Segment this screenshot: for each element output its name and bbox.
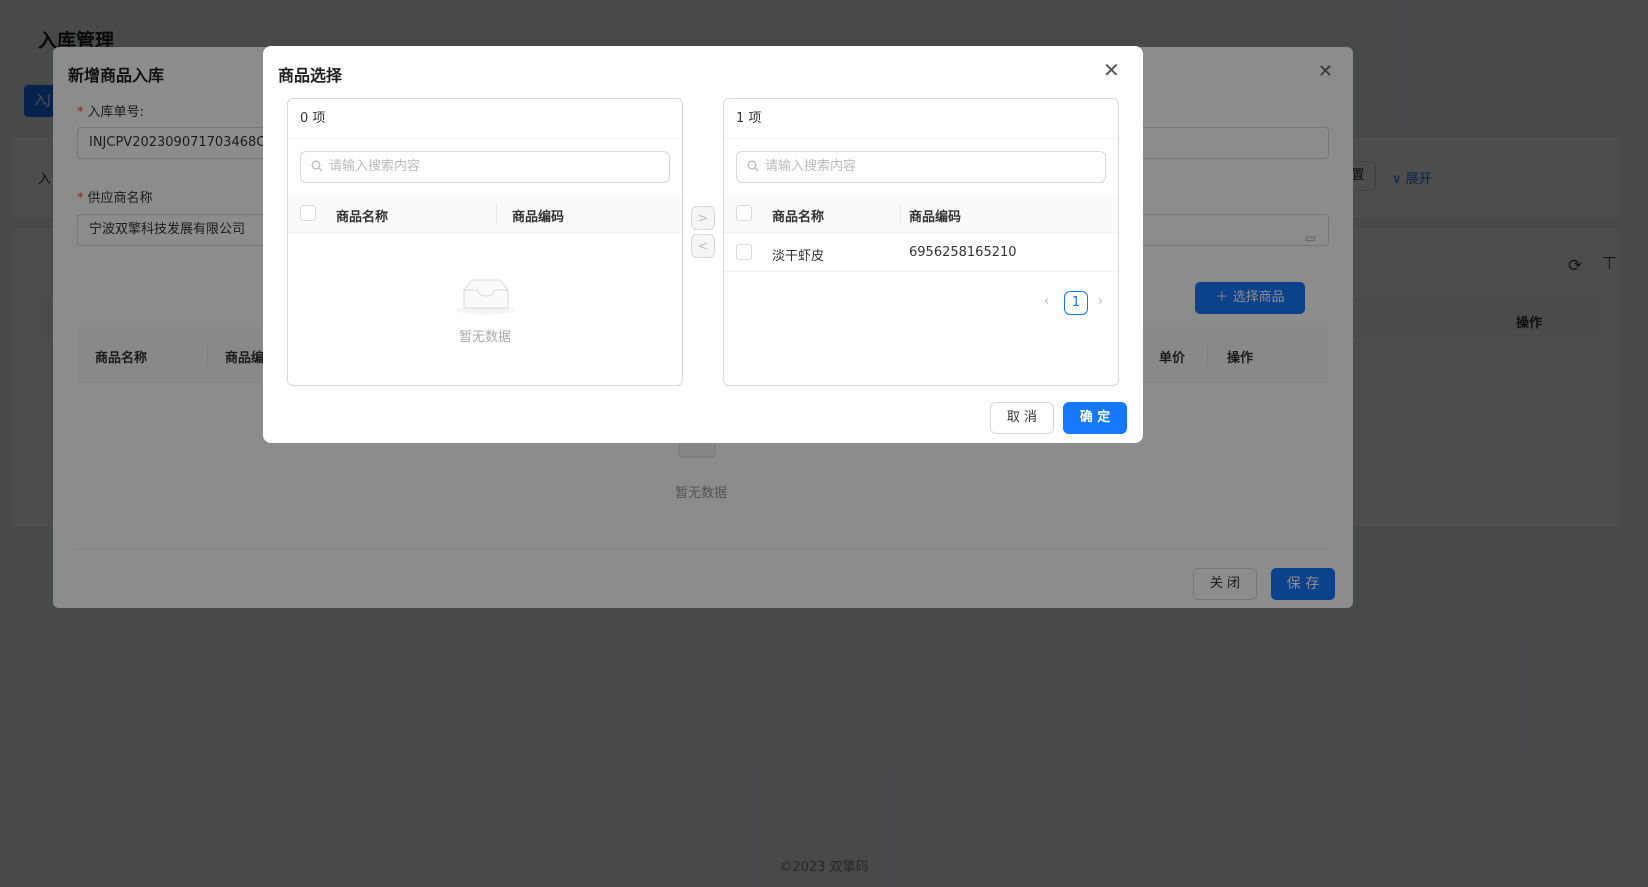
search-icon bbox=[747, 160, 759, 172]
move-left-button[interactable]: < bbox=[691, 234, 715, 258]
select-all-checkbox[interactable] bbox=[300, 205, 316, 221]
source-count: 0 项 bbox=[288, 99, 682, 139]
source-table-header: 商品名称 商品编码 bbox=[288, 195, 682, 233]
close-icon[interactable]: ✕ bbox=[1103, 60, 1120, 80]
search-icon bbox=[311, 160, 323, 172]
page-number[interactable]: 1 bbox=[1064, 291, 1088, 315]
table-row[interactable]: 淡干虾皮 6956258165210 bbox=[724, 233, 1118, 272]
col-divider bbox=[496, 204, 497, 224]
target-table-header: 商品名称 商品编码 bbox=[724, 195, 1118, 233]
target-count: 1 项 bbox=[724, 99, 1118, 139]
col-goods-code: 商品编码 bbox=[909, 210, 962, 225]
search-placeholder: 请输入搜索内容 bbox=[765, 159, 857, 174]
confirm-button[interactable]: 确 定 bbox=[1063, 402, 1127, 434]
next-page-icon[interactable]: › bbox=[1098, 294, 1103, 309]
modal-title: 商品选择 bbox=[278, 66, 343, 85]
col-goods-name: 商品名称 bbox=[336, 210, 389, 225]
col-goods-code: 商品编码 bbox=[512, 210, 565, 225]
empty-box-icon bbox=[456, 279, 516, 315]
goods-code-cell: 6956258165210 bbox=[909, 245, 1017, 260]
empty-text: 暂无数据 bbox=[458, 330, 511, 345]
source-search-input[interactable]: 请输入搜索内容 bbox=[300, 151, 670, 183]
transfer-source-panel: 0 项 请输入搜索内容 商品名称 商品编码 暂无数据 bbox=[287, 98, 683, 386]
row-checkbox[interactable] bbox=[736, 244, 752, 260]
cancel-button[interactable]: 取 消 bbox=[990, 402, 1054, 434]
goods-select-modal: 商品选择 ✕ 0 项 请输入搜索内容 商品名称 商品编码 暂无数据 > < 1 … bbox=[263, 46, 1143, 443]
prev-page-icon[interactable]: ‹ bbox=[1044, 294, 1049, 309]
search-placeholder: 请输入搜索内容 bbox=[329, 159, 421, 174]
transfer-target-panel: 1 项 请输入搜索内容 商品名称 商品编码 淡干虾皮 6956258165210… bbox=[723, 98, 1119, 386]
col-divider bbox=[900, 204, 901, 224]
target-search-input[interactable]: 请输入搜索内容 bbox=[736, 151, 1106, 183]
select-all-checkbox[interactable] bbox=[736, 205, 752, 221]
goods-name-cell: 淡干虾皮 bbox=[772, 249, 825, 264]
move-right-button[interactable]: > bbox=[691, 206, 715, 230]
pagination: ‹ 1 › bbox=[1042, 291, 1110, 315]
col-goods-name: 商品名称 bbox=[772, 210, 825, 225]
